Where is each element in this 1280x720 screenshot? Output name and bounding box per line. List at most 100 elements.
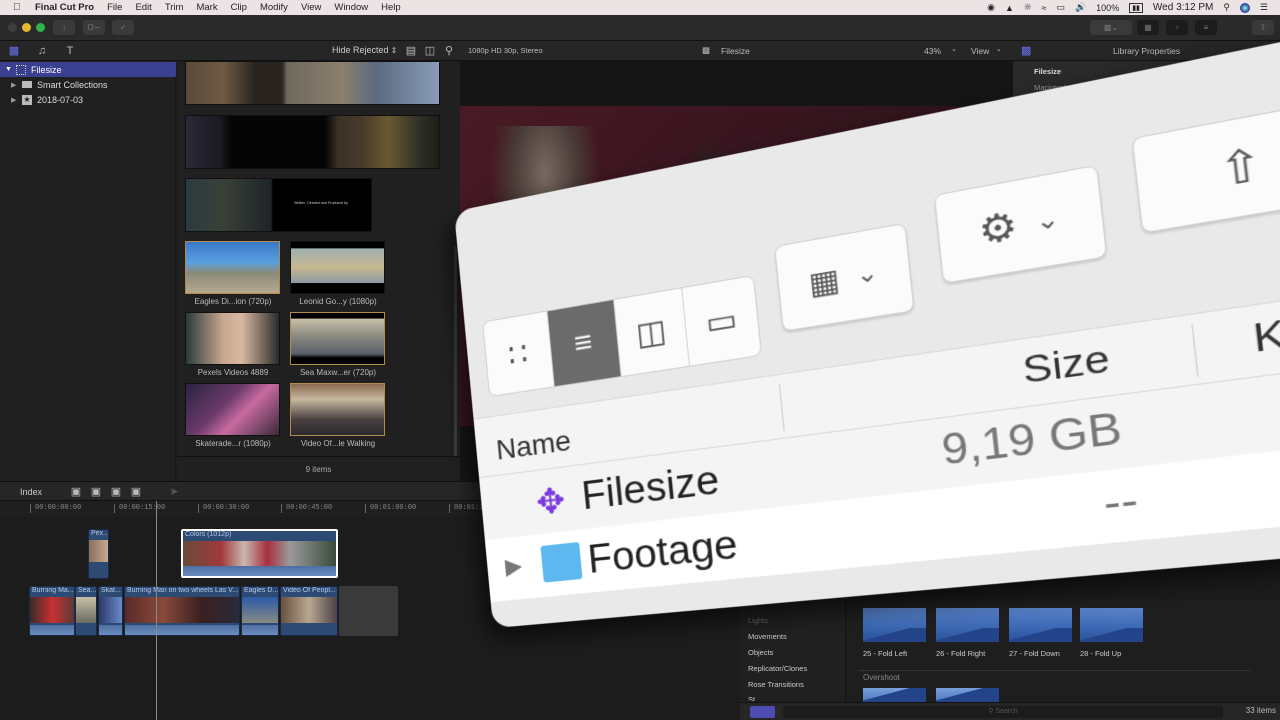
effects-browser: Lights Movements Objects Replicator/Clon… bbox=[740, 600, 1280, 720]
column-size[interactable]: Size bbox=[1020, 336, 1112, 393]
clip-thumbnail[interactable] bbox=[290, 241, 385, 294]
timeline-clip[interactable]: Burning Ma... bbox=[29, 586, 75, 636]
gap-clip[interactable] bbox=[339, 586, 398, 636]
photos-audio-icon[interactable]: ♫ bbox=[36, 45, 48, 57]
search-icon[interactable]: ⚲ bbox=[443, 45, 455, 57]
menu-view[interactable]: View bbox=[301, 2, 321, 13]
effect-thumbnail[interactable] bbox=[936, 608, 999, 642]
clip-thumbnail[interactable] bbox=[290, 312, 385, 365]
share-button[interactable]: ⇧ bbox=[1131, 97, 1280, 234]
effect-thumbnail[interactable] bbox=[863, 608, 926, 642]
clip-filmstrip[interactable] bbox=[185, 61, 440, 105]
menu-window[interactable]: Window bbox=[334, 2, 368, 13]
column-name[interactable]: Name bbox=[495, 424, 573, 467]
browser-item-count: 9 items bbox=[305, 465, 332, 474]
background-tasks-button[interactable]: ✓ bbox=[112, 20, 134, 35]
timeline-clip[interactable]: Eagles D... bbox=[241, 586, 279, 636]
effects-section-title: Overshoot bbox=[863, 673, 900, 682]
filter-stepper-icon[interactable]: ⇕ bbox=[388, 45, 400, 57]
sidebar-item-library[interactable]: ▼ Filesize bbox=[0, 62, 176, 77]
timeline-clip[interactable]: Pex... bbox=[88, 529, 109, 579]
menu-clip[interactable]: Clip bbox=[231, 2, 247, 13]
file-size: 9,19 GB bbox=[939, 404, 1125, 475]
filmstrip-icon[interactable]: ◫ bbox=[424, 45, 436, 57]
effect-thumbnail[interactable] bbox=[1080, 608, 1143, 642]
disclosure-closed-icon[interactable]: ▶ bbox=[11, 81, 19, 89]
category-item[interactable]: Movements bbox=[748, 632, 787, 641]
keyword-button[interactable]: O∼ bbox=[83, 20, 105, 35]
effect-thumbnail[interactable] bbox=[1009, 608, 1072, 642]
column-separator[interactable] bbox=[778, 383, 785, 432]
sidebar-toggle-button[interactable] bbox=[750, 706, 775, 718]
clip-title: Pex... bbox=[91, 530, 109, 537]
category-item[interactable]: Lights bbox=[748, 616, 768, 625]
import-button[interactable]: ↓ bbox=[53, 20, 75, 35]
timeline-clip[interactable]: Sea... bbox=[75, 586, 97, 636]
timeline-clip-selected[interactable]: Colors (1012p) bbox=[181, 529, 338, 578]
category-item[interactable]: Replicator/Clones bbox=[748, 664, 807, 673]
timeline-index-button[interactable]: Index bbox=[20, 487, 42, 497]
append-clip-icon[interactable]: ▣ bbox=[110, 486, 122, 498]
chevron-down-icon: ⌄ bbox=[1033, 203, 1061, 237]
insert-clip-icon[interactable]: ▣ bbox=[90, 486, 102, 498]
effect-thumbnail[interactable] bbox=[863, 688, 926, 702]
effect-label: 25 - Fold Left bbox=[863, 649, 908, 658]
titles-generators-icon[interactable]: T bbox=[64, 45, 76, 57]
window-minimize-button[interactable] bbox=[22, 23, 31, 32]
clip-label: Skaterade...r (1080p) bbox=[195, 439, 271, 448]
window-zoom-button[interactable] bbox=[36, 23, 45, 32]
clip-thumbnail[interactable] bbox=[185, 241, 280, 294]
ruler-tick-label: 00:00:00:00 bbox=[30, 504, 81, 513]
clip-label: Pexels Videos 4889 bbox=[197, 368, 269, 377]
menu-app-name[interactable]: Final Cut Pro bbox=[35, 2, 94, 13]
column-kind[interactable]: Kind bbox=[1251, 301, 1280, 362]
clip-title: Video Of Peopl... bbox=[283, 587, 336, 594]
menu-file[interactable]: File bbox=[107, 2, 122, 13]
timeline-clip[interactable]: Video Of Peopl... bbox=[280, 586, 338, 636]
menu-modify[interactable]: Modify bbox=[260, 2, 288, 13]
sidebar-item-smart-collections[interactable]: ▶ Smart Collections bbox=[0, 77, 176, 92]
file-name: Filesize bbox=[579, 458, 722, 519]
effects-categories: Lights Movements Objects Replicator/Clon… bbox=[740, 600, 846, 702]
divider bbox=[858, 670, 1250, 671]
menu-edit[interactable]: Edit bbox=[135, 2, 151, 13]
group-by-button[interactable]: ▦ ⌄ bbox=[773, 222, 915, 332]
overwrite-clip-icon[interactable]: ▣ bbox=[130, 486, 142, 498]
category-item[interactable]: Objects bbox=[748, 648, 773, 657]
clip-label: Leonid Go...y (1080p) bbox=[299, 297, 377, 306]
sidebar-item-event[interactable]: ▶ ★ 2018-07-03 bbox=[0, 92, 176, 107]
list-view-button[interactable]: ≡ bbox=[547, 299, 622, 387]
icon-view-button[interactable]: ∷ bbox=[483, 311, 555, 397]
disclosure-open-icon[interactable]: ▼ bbox=[5, 66, 13, 73]
sidebar-item-label: 2018-07-03 bbox=[37, 94, 84, 105]
select-tool-icon[interactable]: ➤ bbox=[168, 486, 180, 498]
gallery-view-button[interactable]: ▭ bbox=[683, 276, 761, 366]
column-separator[interactable] bbox=[1191, 324, 1199, 377]
clip-filmstrip[interactable] bbox=[185, 115, 440, 169]
disclosure-closed-icon[interactable]: ▶ bbox=[11, 96, 19, 104]
libraries-icon[interactable]: ▩ bbox=[8, 45, 20, 57]
menu-trim[interactable]: Trim bbox=[165, 2, 184, 13]
column-view-button[interactable]: ◫ bbox=[613, 288, 691, 377]
timeline-clip[interactable]: Burning Man on two wheels Las V... bbox=[124, 586, 240, 636]
category-item[interactable]: St... bbox=[748, 695, 761, 701]
clip-thumbnail[interactable] bbox=[185, 312, 280, 365]
connect-clip-icon[interactable]: ▣ bbox=[70, 486, 82, 498]
clip-filmstrip[interactable]: Written, Directed and Produced by bbox=[185, 178, 372, 232]
clip-browser: Written, Directed and Produced by Eagles… bbox=[177, 61, 460, 481]
clip-thumbnail[interactable] bbox=[290, 383, 385, 436]
clip-thumbnail[interactable] bbox=[185, 383, 280, 436]
menu-mark[interactable]: Mark bbox=[196, 2, 217, 13]
menu-help[interactable]: Help bbox=[381, 2, 401, 13]
clip-appearance-icon[interactable]: ▤ bbox=[405, 45, 417, 57]
apple-menu-icon[interactable]:  bbox=[13, 2, 23, 13]
hide-rejected-filter[interactable]: Hide Rejected bbox=[332, 45, 389, 55]
action-button[interactable]: ⚙ ⌄ bbox=[933, 164, 1108, 284]
category-item[interactable]: Rose Transitions bbox=[748, 680, 804, 689]
effects-search-input[interactable]: ⚲ Search bbox=[783, 706, 1223, 718]
effect-thumbnail[interactable] bbox=[936, 688, 999, 702]
timeline-clip[interactable]: Skat... bbox=[98, 586, 123, 636]
playhead[interactable] bbox=[156, 501, 157, 720]
window-close-button[interactable] bbox=[8, 23, 17, 32]
disclosure-triangle-icon[interactable]: ▶ bbox=[504, 552, 523, 580]
